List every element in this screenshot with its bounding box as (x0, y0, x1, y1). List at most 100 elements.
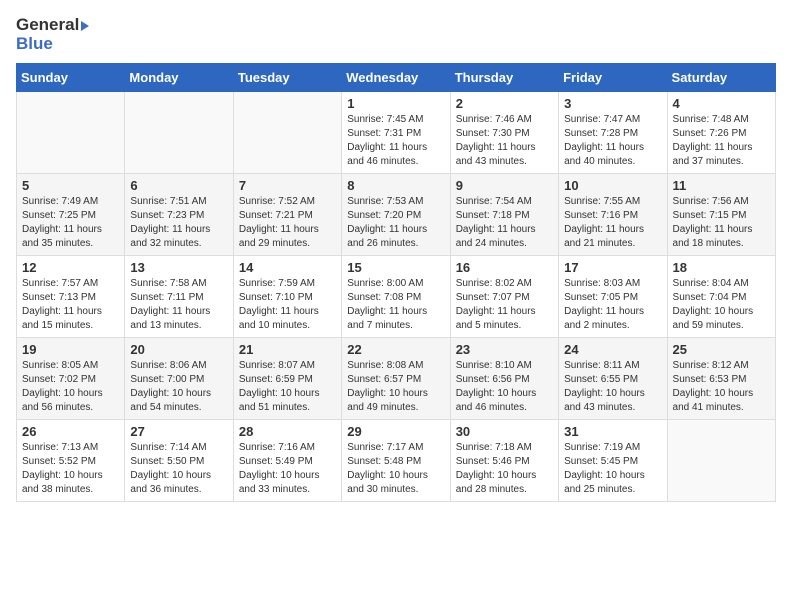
day-number: 5 (22, 178, 119, 193)
weekday-header-thursday: Thursday (450, 64, 558, 92)
day-number: 31 (564, 424, 661, 439)
calendar-cell: 21 Sunrise: 8:07 AMSunset: 6:59 PMDayligh… (233, 338, 341, 420)
calendar-cell (17, 92, 125, 174)
day-number: 23 (456, 342, 553, 357)
calendar-cell: 25 Sunrise: 8:12 AMSunset: 6:53 PMDayligh… (667, 338, 775, 420)
cell-info: Sunrise: 7:57 AMSunset: 7:13 PMDaylight:… (22, 277, 119, 333)
cell-info: Sunrise: 8:00 AMSunset: 7:08 PMDaylight:… (347, 277, 444, 333)
weekday-header-wednesday: Wednesday (342, 64, 450, 92)
day-number: 4 (673, 96, 770, 111)
day-number: 3 (564, 96, 661, 111)
cell-info: Sunrise: 7:46 AMSunset: 7:30 PMDaylight:… (456, 113, 553, 169)
week-row-2: 5 Sunrise: 7:49 AMSunset: 7:25 PMDaylight… (17, 174, 776, 256)
day-number: 11 (673, 178, 770, 193)
cell-info: Sunrise: 7:59 AMSunset: 7:10 PMDaylight:… (239, 277, 336, 333)
day-number: 1 (347, 96, 444, 111)
day-number: 7 (239, 178, 336, 193)
week-row-1: 1 Sunrise: 7:45 AMSunset: 7:31 PMDaylight… (17, 92, 776, 174)
day-number: 24 (564, 342, 661, 357)
calendar-cell: 13Sunrise: 7:58 AMSunset: 7:11 PMDayligh… (125, 256, 233, 338)
day-number: 18 (673, 260, 770, 275)
day-number: 30 (456, 424, 553, 439)
day-number: 20 (130, 342, 227, 357)
weekday-header-friday: Friday (559, 64, 667, 92)
header: General Blue (16, 16, 776, 53)
calendar-cell: 11 Sunrise: 7:56 AMSunset: 7:15 PMDayligh… (667, 174, 775, 256)
calendar-cell: 22 Sunrise: 8:08 AMSunset: 6:57 PMDayligh… (342, 338, 450, 420)
cell-info: Sunrise: 7:16 AMSunset: 5:49 PMDaylight:… (239, 441, 336, 497)
calendar-cell: 7Sunrise: 7:52 AMSunset: 7:21 PMDaylight… (233, 174, 341, 256)
calendar-cell: 14 Sunrise: 7:59 AMSunset: 7:10 PMDayligh… (233, 256, 341, 338)
weekday-header-row: SundayMondayTuesdayWednesdayThursdayFrid… (17, 64, 776, 92)
day-number: 22 (347, 342, 444, 357)
calendar-cell: 9 Sunrise: 7:54 AMSunset: 7:18 PMDaylight… (450, 174, 558, 256)
calendar-cell: 23 Sunrise: 8:10 AMSunset: 6:56 PMDayligh… (450, 338, 558, 420)
day-number: 19 (22, 342, 119, 357)
day-number: 9 (456, 178, 553, 193)
calendar-cell: 16 Sunrise: 8:02 AMSunset: 7:07 PMDayligh… (450, 256, 558, 338)
calendar-cell: 19 Sunrise: 8:05 AMSunset: 7:02 PMDayligh… (17, 338, 125, 420)
calendar-cell: 18 Sunrise: 8:04 AMSunset: 7:04 PMDayligh… (667, 256, 775, 338)
calendar-cell: 29Sunrise: 7:17 AMSunset: 5:48 PMDayligh… (342, 420, 450, 502)
cell-info: Sunrise: 8:07 AMSunset: 6:59 PMDaylight:… (239, 359, 336, 415)
calendar-cell (667, 420, 775, 502)
day-number: 28 (239, 424, 336, 439)
cell-info: Sunrise: 7:55 AMSunset: 7:16 PMDaylight:… (564, 195, 661, 251)
day-number: 16 (456, 260, 553, 275)
weekday-header-monday: Monday (125, 64, 233, 92)
day-number: 8 (347, 178, 444, 193)
cell-info: Sunrise: 8:11 AMSunset: 6:55 PMDaylight:… (564, 359, 661, 415)
calendar-cell: 15 Sunrise: 8:00 AMSunset: 7:08 PMDayligh… (342, 256, 450, 338)
cell-info: Sunrise: 7:48 AMSunset: 7:26 PMDaylight:… (673, 113, 770, 169)
cell-info: Sunrise: 7:19 AMSunset: 5:45 PMDaylight:… (564, 441, 661, 497)
calendar-cell: 2Sunrise: 7:46 AMSunset: 7:30 PMDaylight… (450, 92, 558, 174)
cell-info: Sunrise: 7:14 AMSunset: 5:50 PMDaylight:… (130, 441, 227, 497)
cell-info: Sunrise: 7:45 AMSunset: 7:31 PMDaylight:… (347, 113, 444, 169)
day-number: 13 (130, 260, 227, 275)
calendar-cell: 4 Sunrise: 7:48 AMSunset: 7:26 PMDaylight… (667, 92, 775, 174)
cell-info: Sunrise: 7:54 AMSunset: 7:18 PMDaylight:… (456, 195, 553, 251)
day-number: 12 (22, 260, 119, 275)
cell-info: Sunrise: 7:51 AMSunset: 7:23 PMDaylight:… (130, 195, 227, 251)
calendar-cell: 20 Sunrise: 8:06 AMSunset: 7:00 PMDayligh… (125, 338, 233, 420)
cell-info: Sunrise: 8:05 AMSunset: 7:02 PMDaylight:… (22, 359, 119, 415)
calendar-cell: 6 Sunrise: 7:51 AMSunset: 7:23 PMDaylight… (125, 174, 233, 256)
day-number: 25 (673, 342, 770, 357)
day-number: 10 (564, 178, 661, 193)
calendar-cell: 24 Sunrise: 8:11 AMSunset: 6:55 PMDayligh… (559, 338, 667, 420)
calendar-cell: 31 Sunrise: 7:19 AMSunset: 5:45 PMDayligh… (559, 420, 667, 502)
cell-info: Sunrise: 7:18 AMSunset: 5:46 PMDaylight:… (456, 441, 553, 497)
weekday-header-tuesday: Tuesday (233, 64, 341, 92)
cell-info: Sunrise: 7:53 AMSunset: 7:20 PMDaylight:… (347, 195, 444, 251)
cell-info: Sunrise: 8:02 AMSunset: 7:07 PMDaylight:… (456, 277, 553, 333)
cell-info: Sunrise: 7:49 AMSunset: 7:25 PMDaylight:… (22, 195, 119, 251)
logo-text: General Blue (16, 16, 89, 53)
calendar-table: SundayMondayTuesdayWednesdayThursdayFrid… (16, 63, 776, 502)
day-number: 6 (130, 178, 227, 193)
day-number: 15 (347, 260, 444, 275)
cell-info: Sunrise: 7:13 AMSunset: 5:52 PMDaylight:… (22, 441, 119, 497)
calendar-cell: 27 Sunrise: 7:14 AMSunset: 5:50 PMDayligh… (125, 420, 233, 502)
cell-info: Sunrise: 8:04 AMSunset: 7:04 PMDaylight:… (673, 277, 770, 333)
calendar-cell: 10 Sunrise: 7:55 AMSunset: 7:16 PMDayligh… (559, 174, 667, 256)
calendar-cell (125, 92, 233, 174)
cell-info: Sunrise: 8:12 AMSunset: 6:53 PMDaylight:… (673, 359, 770, 415)
day-number: 27 (130, 424, 227, 439)
calendar-cell: 26Sunrise: 7:13 AMSunset: 5:52 PMDayligh… (17, 420, 125, 502)
cell-info: Sunrise: 8:10 AMSunset: 6:56 PMDaylight:… (456, 359, 553, 415)
calendar-cell (233, 92, 341, 174)
calendar-cell: 12 Sunrise: 7:57 AMSunset: 7:13 PMDayligh… (17, 256, 125, 338)
weekday-header-saturday: Saturday (667, 64, 775, 92)
week-row-3: 12 Sunrise: 7:57 AMSunset: 7:13 PMDayligh… (17, 256, 776, 338)
calendar-cell: 1 Sunrise: 7:45 AMSunset: 7:31 PMDaylight… (342, 92, 450, 174)
cell-info: Sunrise: 7:56 AMSunset: 7:15 PMDaylight:… (673, 195, 770, 251)
cell-info: Sunrise: 8:06 AMSunset: 7:00 PMDaylight:… (130, 359, 227, 415)
logo-blue: Blue (16, 35, 89, 54)
calendar-cell: 3Sunrise: 7:47 AMSunset: 7:28 PMDaylight… (559, 92, 667, 174)
day-number: 14 (239, 260, 336, 275)
calendar-cell: 30 Sunrise: 7:18 AMSunset: 5:46 PMDayligh… (450, 420, 558, 502)
calendar-cell: 5 Sunrise: 7:49 AMSunset: 7:25 PMDaylight… (17, 174, 125, 256)
day-number: 29 (347, 424, 444, 439)
day-number: 21 (239, 342, 336, 357)
cell-info: Sunrise: 8:08 AMSunset: 6:57 PMDaylight:… (347, 359, 444, 415)
